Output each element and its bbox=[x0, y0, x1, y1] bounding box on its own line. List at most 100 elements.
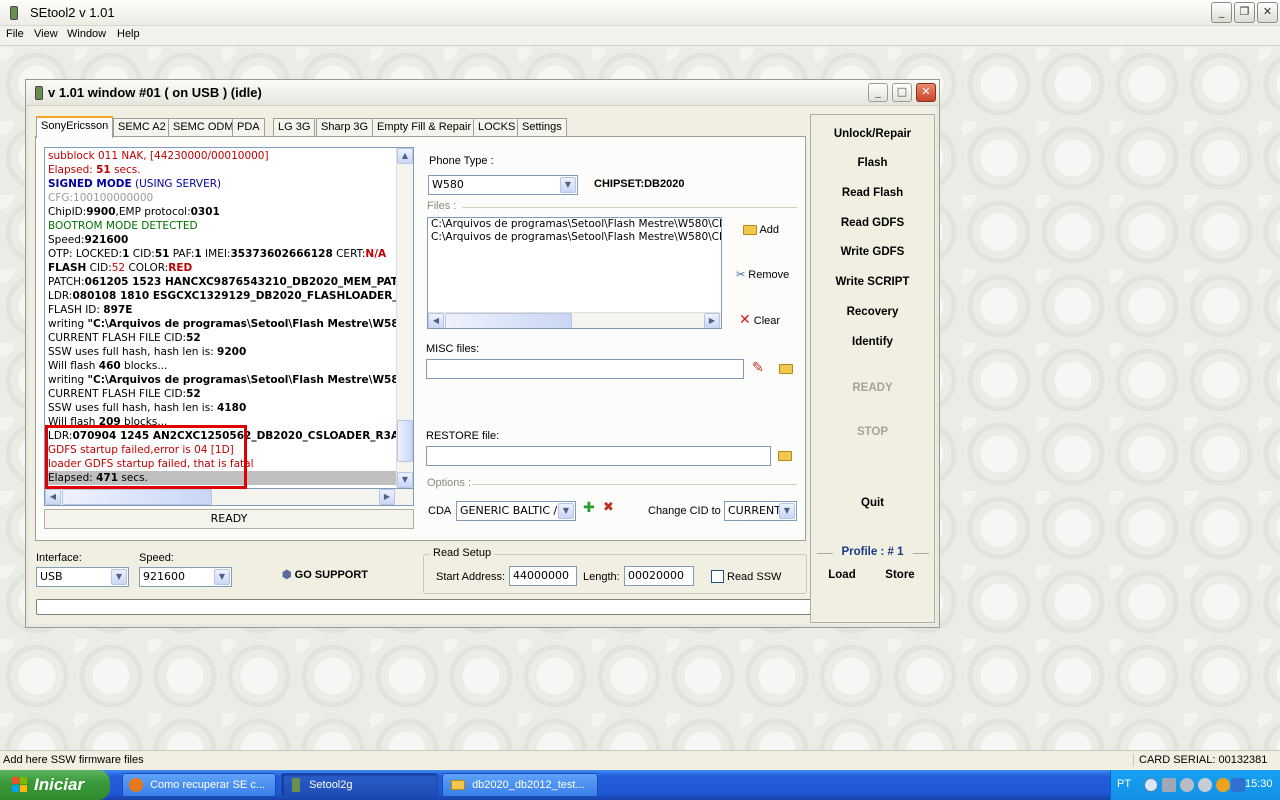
file-item[interactable]: C:\Arquivos de programas\Setool\Flash Me… bbox=[428, 218, 721, 231]
log-line: PATCH:061205 1523 HANCXC9876543210_DB202… bbox=[48, 275, 396, 289]
tray-disk-icon[interactable] bbox=[1198, 778, 1212, 792]
start-address-input[interactable]: 44000000 bbox=[509, 566, 577, 586]
restore-folder-icon[interactable] bbox=[778, 451, 792, 461]
write-gdfs-button[interactable]: Write GDFS bbox=[811, 246, 934, 258]
log-text: SSW uses full hash, hash len is: bbox=[48, 402, 218, 414]
scroll-right-icon[interactable]: ▶ bbox=[379, 489, 395, 505]
load-button[interactable]: Load bbox=[811, 569, 873, 581]
chevron-down-icon: ▼ bbox=[111, 569, 127, 585]
tab-locks[interactable]: LOCKS bbox=[473, 118, 521, 137]
remove-button[interactable]: ✂ Remove bbox=[736, 268, 789, 281]
menu-help[interactable]: Help bbox=[117, 28, 140, 40]
stop-button[interactable]: STOP bbox=[811, 426, 934, 438]
read-gdfs-button[interactable]: Read GDFS bbox=[811, 217, 934, 229]
log-line: Speed:921600 bbox=[48, 233, 396, 247]
highlight-box bbox=[45, 425, 247, 489]
minimize-button[interactable]: _ bbox=[1211, 2, 1232, 23]
menu-window[interactable]: Window bbox=[67, 28, 106, 40]
tab-settings[interactable]: Settings bbox=[517, 118, 567, 137]
log-text: CURRENT FLASH FILE CID: bbox=[48, 388, 187, 400]
read-flash-button[interactable]: Read Flash bbox=[811, 187, 934, 199]
files-list[interactable]: C:\Arquivos de programas\Setool\Flash Me… bbox=[427, 217, 722, 329]
scroll-down-icon[interactable]: ▼ bbox=[397, 472, 413, 488]
clear-button[interactable]: ✕ Clear bbox=[739, 311, 780, 328]
read-setup-title: Read Setup bbox=[430, 547, 495, 559]
flash-button[interactable]: Flash bbox=[811, 157, 934, 169]
add-button[interactable]: Add bbox=[743, 224, 779, 236]
cda-select[interactable]: GENERIC BALTIC /BA ▼ bbox=[456, 501, 576, 521]
add-cda-icon[interactable]: ✚ bbox=[583, 500, 595, 516]
log-line: SSW uses full hash, hash len is: 4180 bbox=[48, 401, 396, 415]
tab-semc-a2[interactable]: SEMC A2 bbox=[113, 118, 171, 137]
scroll-up-icon[interactable]: ▲ bbox=[397, 148, 413, 164]
log-text: 460 bbox=[98, 360, 121, 372]
language-indicator[interactable]: PT bbox=[1117, 778, 1131, 790]
quit-button[interactable]: Quit bbox=[811, 497, 934, 509]
support-icon: ⬢ bbox=[282, 569, 292, 581]
child-minimize-button[interactable]: _ bbox=[868, 83, 888, 102]
interface-label: Interface: bbox=[36, 552, 82, 564]
app-title: SEtool2 v 1.01 bbox=[30, 5, 115, 20]
tray-security-icon[interactable] bbox=[1216, 778, 1230, 792]
misc-folder-icon[interactable] bbox=[779, 364, 793, 374]
unlock-repair-button[interactable]: Unlock/Repair bbox=[811, 128, 934, 140]
child-close-button[interactable]: ✕ bbox=[916, 83, 936, 102]
interface-select[interactable]: USB ▼ bbox=[36, 567, 129, 587]
task-folder[interactable]: db2020_db2012_test... bbox=[442, 773, 598, 797]
menu-view[interactable]: View bbox=[34, 28, 58, 40]
ready-indicator: READY bbox=[852, 382, 893, 394]
profile-line-right bbox=[913, 553, 929, 554]
log-text: 52 bbox=[111, 262, 126, 274]
misc-files-input[interactable] bbox=[426, 359, 744, 379]
read-ssw-label: Read SSW bbox=[727, 571, 782, 583]
log-hscroll-thumb[interactable] bbox=[62, 489, 212, 505]
speed-select[interactable]: 921600 ▼ bbox=[139, 567, 232, 587]
child-maximize-button[interactable]: □ bbox=[892, 83, 912, 102]
tab-sonyericsson[interactable]: SonyEricsson bbox=[36, 116, 114, 138]
tab-lg-3g[interactable]: LG 3G bbox=[273, 118, 316, 137]
store-button[interactable]: Store bbox=[869, 569, 931, 581]
scroll-right-icon[interactable]: ▶ bbox=[704, 313, 720, 328]
restore-button[interactable]: ❐ bbox=[1234, 2, 1255, 23]
change-cid-label: Change CID to bbox=[648, 505, 721, 517]
recovery-button[interactable]: Recovery bbox=[811, 306, 934, 318]
edit-pen-icon[interactable]: ✎ bbox=[752, 360, 764, 376]
change-cid-select[interactable]: CURRENT ▼ bbox=[724, 501, 797, 521]
write-script-button[interactable]: Write SCRIPT bbox=[811, 276, 934, 288]
identify-button[interactable]: Identify bbox=[811, 336, 934, 348]
phone-type-value: W580 bbox=[432, 178, 464, 191]
task-setool2g[interactable]: Setool2g bbox=[281, 773, 438, 797]
tab-semc-odm[interactable]: SEMC ODM bbox=[168, 118, 239, 137]
log-vertical-scrollbar[interactable]: ▲ ▼ bbox=[396, 148, 413, 488]
log-horizontal-scrollbar[interactable]: ◀ ▶ bbox=[44, 489, 414, 506]
read-ssw-checkbox[interactable] bbox=[711, 570, 724, 583]
length-input[interactable]: 00020000 bbox=[624, 566, 694, 586]
tab-empty-fill-repair[interactable]: Empty Fill & Repair bbox=[372, 118, 477, 137]
start-button[interactable]: Iniciar bbox=[0, 770, 110, 800]
restore-file-input[interactable] bbox=[426, 446, 771, 466]
log-scroll-thumb[interactable] bbox=[397, 420, 413, 462]
close-button[interactable]: ✕ bbox=[1257, 2, 1278, 23]
menu-file[interactable]: File bbox=[6, 28, 24, 40]
phone-type-select[interactable]: W580 ▼ bbox=[428, 175, 578, 195]
tray-app-icon[interactable] bbox=[1180, 778, 1194, 792]
remove-cda-icon[interactable]: ✖ bbox=[603, 500, 614, 515]
scroll-left-icon[interactable]: ◀ bbox=[428, 313, 444, 328]
tab-sharp-3g[interactable]: Sharp 3G bbox=[316, 118, 374, 137]
tray-monitor-icon[interactable] bbox=[1231, 778, 1245, 792]
log-text: blocks... bbox=[120, 360, 168, 372]
tray-back-icon[interactable] bbox=[1144, 778, 1158, 792]
files-hscroll-thumb[interactable] bbox=[445, 313, 572, 328]
chevron-down-icon: ▼ bbox=[779, 503, 795, 519]
task-firefox[interactable]: Como recuperar SE c... bbox=[122, 773, 276, 797]
files-horizontal-scrollbar[interactable]: ◀ ▶ bbox=[428, 312, 721, 328]
log-text: "C:\Arquivos de programas\Setool\Flash M… bbox=[87, 374, 396, 386]
clock: 15:30 bbox=[1245, 778, 1273, 790]
go-support-button[interactable]: ⬢ GO SUPPORT bbox=[282, 568, 368, 581]
child-title-bar: v 1.01 window #01 ( on USB ) (idle) _ □ … bbox=[26, 80, 939, 106]
tab-pda[interactable]: PDA bbox=[232, 118, 265, 137]
network-error-icon[interactable] bbox=[1162, 778, 1176, 792]
restore-file-label: RESTORE file: bbox=[426, 430, 500, 442]
file-item[interactable]: C:\Arquivos de programas\Setool\Flash Me… bbox=[428, 231, 721, 244]
scroll-left-icon[interactable]: ◀ bbox=[45, 489, 61, 505]
